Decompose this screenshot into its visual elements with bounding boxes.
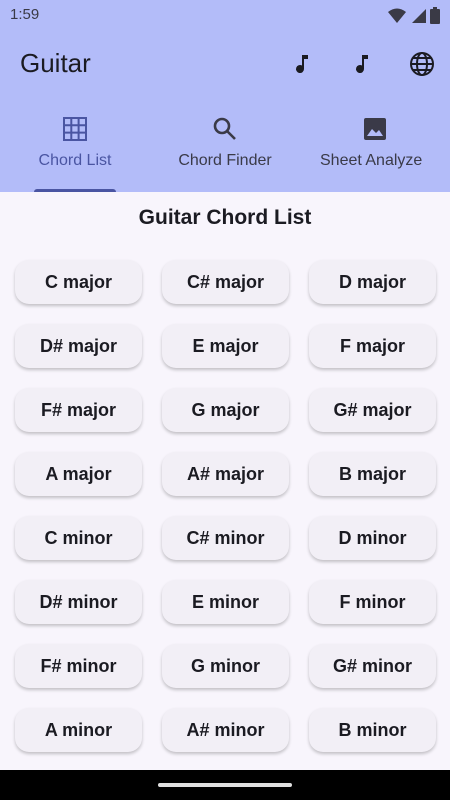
chord-button[interactable]: A minor	[15, 708, 142, 752]
battery-icon	[430, 7, 440, 29]
app-title: Guitar	[20, 48, 91, 78]
tab-label: Sheet Analyze	[320, 152, 423, 169]
app-bar: Guitar	[0, 32, 450, 96]
chord-button[interactable]: F major	[309, 324, 436, 368]
status-time: 1:59	[10, 6, 40, 23]
music-note-icon[interactable]	[286, 48, 318, 80]
home-handle[interactable]	[158, 783, 292, 787]
tab-chord-list[interactable]: Chord List	[0, 96, 150, 192]
tab-sheet-analyze[interactable]: Sheet Analyze	[300, 96, 450, 192]
chord-button[interactable]: C minor	[15, 516, 142, 560]
music-note-icon[interactable]	[346, 48, 378, 80]
chord-button[interactable]: A# major	[162, 452, 289, 496]
chord-button[interactable]: G# major	[309, 388, 436, 432]
tab-chord-finder[interactable]: Chord Finder	[150, 96, 300, 192]
chord-button[interactable]: F# minor	[15, 644, 142, 688]
chord-button[interactable]: D# major	[15, 324, 142, 368]
wifi-icon	[388, 8, 406, 29]
chord-grid: C major C# major D major D# major E major F m…	[15, 260, 436, 752]
chord-button[interactable]: G major	[162, 388, 289, 432]
chord-button[interactable]: F# major	[15, 388, 142, 432]
tab-bar: Chord List Chord Finder Sheet Analyze	[0, 96, 450, 192]
chord-button[interactable]: A major	[15, 452, 142, 496]
chord-button[interactable]: B major	[309, 452, 436, 496]
chord-button[interactable]: D major	[309, 260, 436, 304]
status-icons	[388, 7, 440, 29]
chord-button[interactable]: C major	[15, 260, 142, 304]
chord-button[interactable]: D# minor	[15, 580, 142, 624]
chord-button[interactable]: D minor	[309, 516, 436, 560]
chord-button[interactable]: E major	[162, 324, 289, 368]
chord-button[interactable]: G# minor	[309, 644, 436, 688]
chord-list-page: Guitar Chord List C major C# major D major…	[0, 192, 450, 770]
chord-button[interactable]: C# major	[162, 260, 289, 304]
chord-button[interactable]: B minor	[309, 708, 436, 752]
chord-button[interactable]: E minor	[162, 580, 289, 624]
status-bar: 1:59	[0, 0, 450, 32]
signal-icon	[410, 8, 426, 29]
search-icon	[150, 116, 300, 142]
chord-button[interactable]: F minor	[309, 580, 436, 624]
tab-label: Chord Finder	[178, 152, 272, 169]
tab-label: Chord List	[38, 152, 112, 169]
navigation-bar	[0, 770, 450, 800]
globe-icon[interactable]	[406, 48, 438, 80]
chord-button[interactable]: A# minor	[162, 708, 289, 752]
image-icon	[300, 116, 450, 142]
chord-button[interactable]: C# minor	[162, 516, 289, 560]
page-title: Guitar Chord List	[138, 206, 312, 229]
chord-button[interactable]: G minor	[162, 644, 289, 688]
grid-icon	[0, 116, 150, 142]
app-actions	[286, 48, 438, 80]
